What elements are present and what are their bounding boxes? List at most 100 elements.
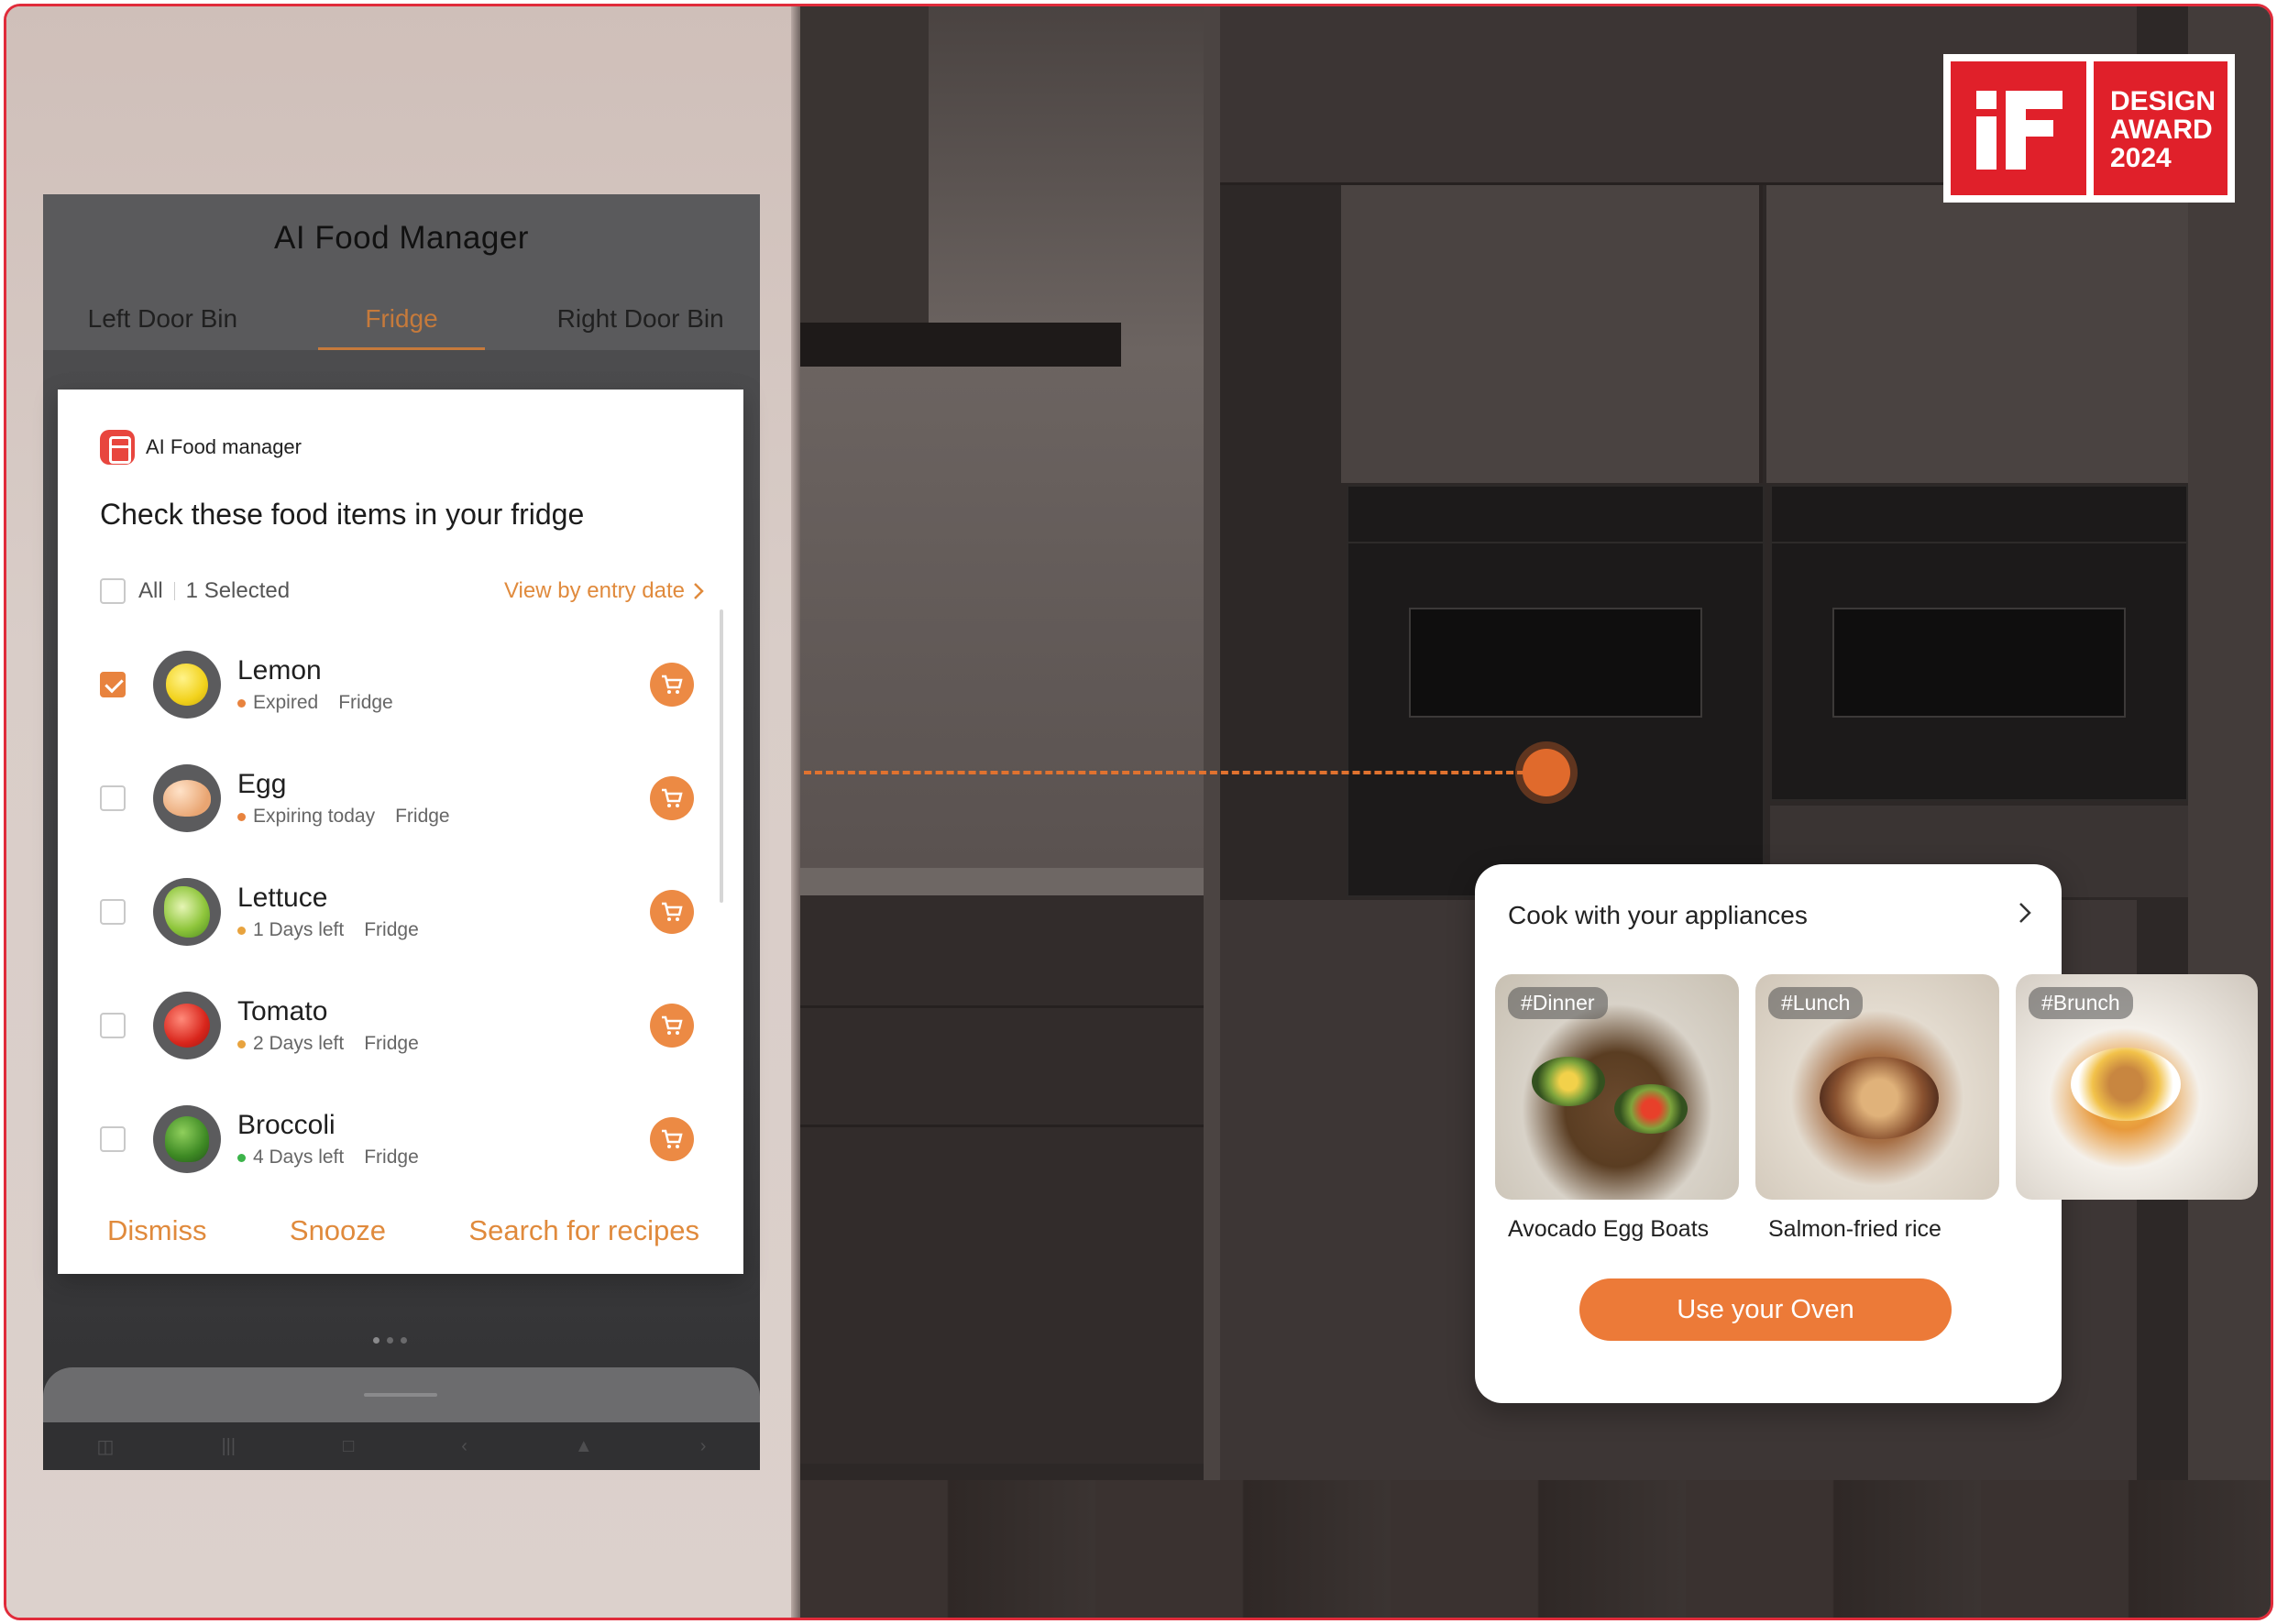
add-to-cart-button[interactable] (650, 776, 694, 820)
status-dot (237, 812, 246, 821)
search-recipes-button[interactable]: Search for recipes (468, 1214, 699, 1247)
recipe-name: Salmon-fried rice (1768, 1216, 1942, 1242)
list-item[interactable]: Tomato 2 Days left Fridge (100, 969, 705, 1082)
item-checkbox[interactable] (100, 1013, 126, 1038)
divider (173, 582, 175, 600)
item-location: Fridge (364, 1033, 419, 1054)
status-dot (237, 1039, 246, 1048)
cart-icon (662, 788, 683, 807)
tomato-icon (153, 992, 221, 1059)
award-text: DESIGN AWARD 2024 (2094, 61, 2228, 195)
fridge-app-icon (100, 430, 135, 465)
item-status: 2 Days left (253, 1033, 345, 1054)
list-scrollbar[interactable] (720, 609, 723, 903)
item-location: Fridge (364, 1147, 419, 1168)
recipe-card[interactable]: #Brunch (2016, 974, 2258, 1200)
cart-icon (662, 902, 683, 921)
item-name: Egg (237, 769, 287, 799)
view-by-entry-date-link[interactable]: View by entry date (504, 578, 705, 604)
side-panel (2188, 6, 2271, 1491)
selection-row: All 1 Selected View by entry date (100, 573, 705, 609)
notification-icon[interactable]: ▲ (575, 1436, 593, 1457)
page-indicator (373, 1337, 407, 1344)
item-location: Fridge (395, 806, 450, 827)
egg-icon (153, 764, 221, 832)
item-checkbox[interactable] (100, 1126, 126, 1152)
chevron-right-icon (694, 583, 704, 599)
recipe-photo: #Dinner (1495, 974, 1739, 1200)
recipe-tag: #Brunch (2029, 987, 2133, 1019)
award-line-1: DESIGN (2110, 86, 2216, 116)
page-dot (387, 1337, 393, 1344)
list-item[interactable]: Lemon Expired Fridge (100, 628, 705, 741)
lettuce-icon (153, 878, 221, 946)
back-icon[interactable]: ‹ (461, 1436, 468, 1457)
cabinet-line (800, 1125, 1204, 1127)
main-frame: AI Food Manager Left Door Bin Fridge Rig… (4, 4, 2273, 1620)
select-all-checkbox[interactable] (100, 578, 126, 604)
notification-actions: Dismiss Snooze Search for recipes (58, 1187, 743, 1274)
recipe-card[interactable]: #Dinner Avocado Egg Boats (1495, 974, 1739, 1243)
item-name: Lettuce (237, 883, 328, 913)
oven-right (1770, 485, 2188, 801)
panel-icon[interactable]: ◫ (97, 1435, 115, 1458)
chevron-right-icon[interactable] (2016, 899, 2034, 927)
item-status: Expiring today (253, 806, 376, 827)
cabinet-door (1766, 185, 2188, 483)
floor (800, 1480, 2271, 1618)
list-item[interactable]: Broccoli 4 Days left Fridge (100, 1082, 705, 1196)
item-status: Expired (253, 692, 319, 713)
add-to-cart-button[interactable] (650, 663, 694, 707)
recipe-photo: #Brunch (2016, 974, 2258, 1200)
recipe-tag: #Lunch (1768, 987, 1864, 1019)
home-icon[interactable]: □ (343, 1436, 354, 1457)
list-item[interactable]: Lettuce 1 Days left Fridge (100, 855, 705, 969)
tab-left-door-bin[interactable]: Left Door Bin (43, 295, 282, 350)
recent-apps-icon[interactable]: ||| (221, 1436, 236, 1457)
oven-connector-line (804, 771, 1546, 774)
oven-left (1347, 485, 1765, 897)
add-to-cart-button[interactable] (650, 1117, 694, 1161)
item-checkbox[interactable] (100, 672, 126, 697)
recipe-name: Avocado Egg Boats (1508, 1216, 1710, 1242)
dismiss-button[interactable]: Dismiss (107, 1214, 207, 1247)
wall-edge (791, 6, 800, 1618)
oven-hotspot[interactable] (1523, 749, 1570, 796)
app-name: AI Food manager (146, 435, 302, 458)
recipe-card[interactable]: #Lunch Salmon-fried rice (1755, 974, 1999, 1243)
tab-fridge[interactable]: Fridge (282, 295, 522, 350)
item-checkbox[interactable] (100, 785, 126, 811)
add-to-cart-button[interactable] (650, 1004, 694, 1048)
item-checkbox[interactable] (100, 899, 126, 925)
item-status: 1 Days left (253, 919, 345, 940)
tab-right-door-bin[interactable]: Right Door Bin (521, 295, 760, 350)
cabinet-door (1341, 185, 1763, 483)
expand-icon[interactable]: › (700, 1436, 707, 1457)
recipe-tag: #Dinner (1508, 987, 1608, 1019)
cabinet-line (800, 1005, 1204, 1008)
item-status: 4 Days left (253, 1147, 345, 1168)
snooze-button[interactable]: Snooze (290, 1214, 386, 1247)
bottom-sheet[interactable] (43, 1367, 760, 1422)
cart-icon (662, 1129, 683, 1148)
if-design-award-badge: DESIGN AWARD 2024 (1943, 54, 2235, 203)
status-dot (237, 698, 246, 708)
lower-cabinets (800, 895, 1204, 1464)
list-item[interactable]: Egg Expiring today Fridge (100, 741, 705, 855)
notification-heading: Check these food items in your fridge (100, 498, 585, 531)
app-header: AI Food manager (100, 430, 302, 465)
sheet-handle[interactable] (364, 1393, 437, 1397)
status-dot (237, 926, 246, 935)
award-line-3: 2024 (2110, 143, 2172, 173)
tab-bar: Left Door Bin Fridge Right Door Bin (43, 295, 760, 350)
hood-base (800, 323, 1121, 367)
item-name: Broccoli (237, 1110, 336, 1140)
food-item-list: Lemon Expired Fridge Egg Expiring today … (100, 628, 705, 1196)
item-name: Lemon (237, 655, 322, 686)
use-your-oven-button[interactable]: Use your Oven (1579, 1278, 1952, 1341)
screen-title: AI Food Manager (274, 220, 529, 256)
add-to-cart-button[interactable] (650, 890, 694, 934)
recipe-photo: #Lunch (1755, 974, 1999, 1200)
lemon-icon (153, 651, 221, 719)
pillar (1204, 6, 1220, 1491)
